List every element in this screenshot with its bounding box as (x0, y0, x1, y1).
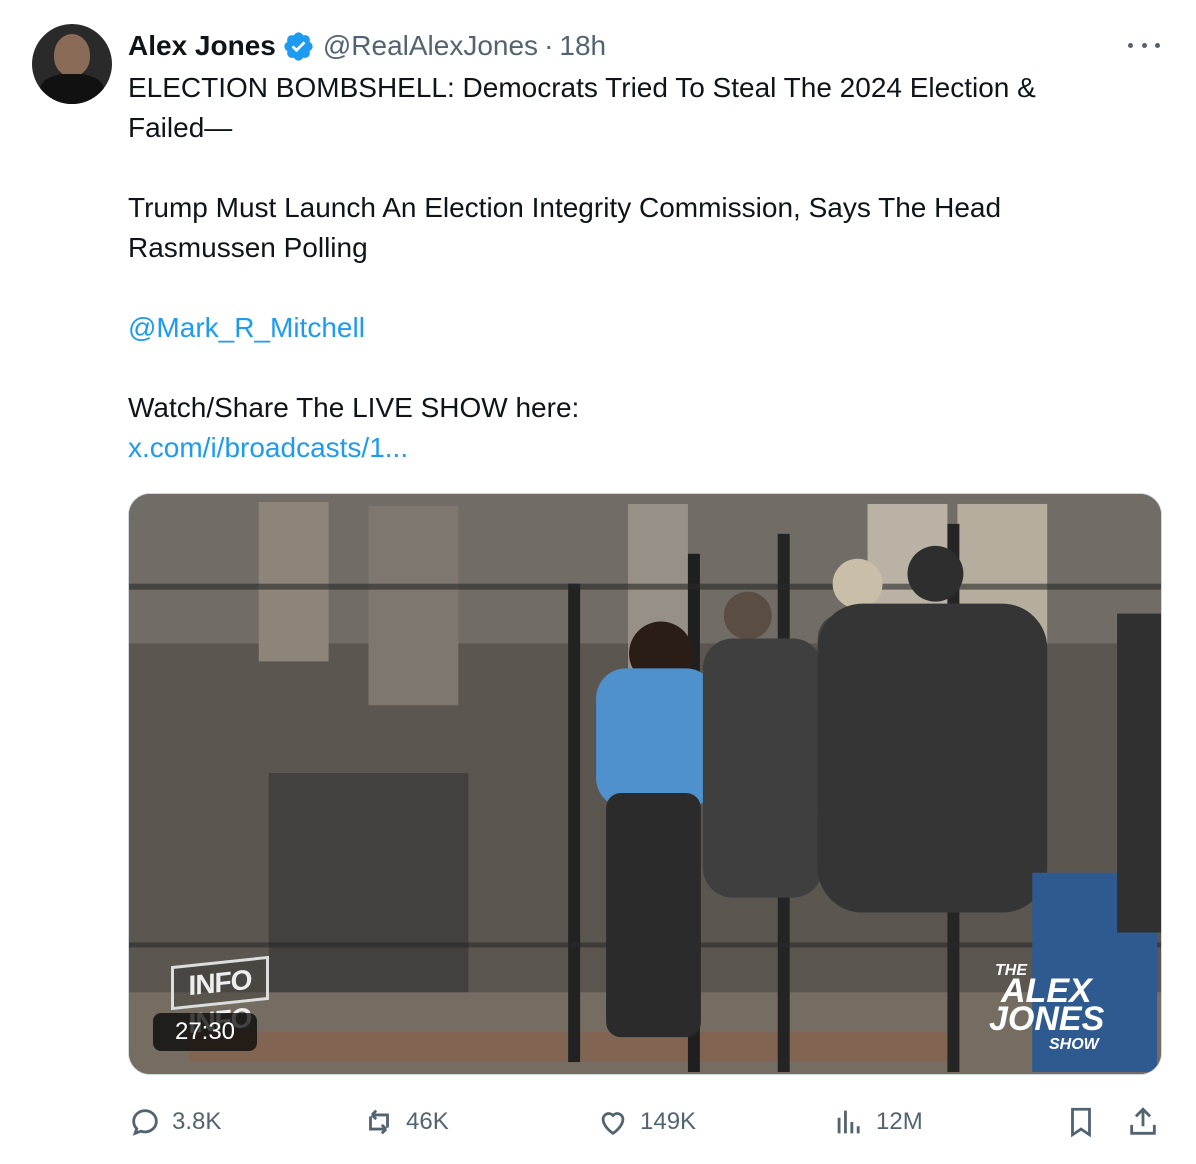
avatar-head (54, 34, 90, 76)
tweet-text-paragraph-2: Trump Must Launch An Election Integrity … (128, 188, 1128, 268)
more-icon[interactable] (1124, 30, 1164, 60)
like-icon (601, 1112, 625, 1136)
bookmark-button[interactable] (1064, 1100, 1108, 1144)
avatar[interactable] (32, 24, 112, 104)
avatar-body (40, 74, 104, 104)
tweet-text-paragraph-3: Watch/Share The LIVE SHOW here: x.com/i/… (128, 388, 1128, 468)
reply-button[interactable]: 3.8K (128, 1100, 221, 1144)
tweet-header: Alex Jones @RealAlexJones · 18h (128, 26, 606, 66)
broadcast-link[interactable]: x.com/i/broadcasts/1... (128, 428, 1128, 468)
bookmark-icon (1071, 1107, 1091, 1138)
tweet-text-paragraph-1: ELECTION BOMBSHELL: Democrats Tried To S… (128, 68, 1128, 148)
author-name[interactable]: Alex Jones (128, 30, 276, 62)
author-handle[interactable]: @RealAlexJones (323, 30, 538, 62)
timestamp[interactable]: 18h (559, 30, 606, 62)
views-count: 12M (876, 1108, 923, 1135)
video-duration: 27:30 (153, 1013, 257, 1051)
video-player[interactable]: INFO INFO THE ALEX JONES SHOW 27:30 (128, 493, 1162, 1075)
logo-show: SHOW (1049, 1036, 1099, 1053)
share-icon (1130, 1107, 1156, 1135)
logo-jones: JONES (989, 1000, 1105, 1038)
views-button[interactable]: 12M (832, 1100, 923, 1144)
separator-dot: · (544, 30, 554, 61)
share-button[interactable] (1126, 1100, 1170, 1144)
more-dot (1128, 42, 1133, 48)
reply-icon (132, 1109, 158, 1136)
more-dot (1141, 42, 1147, 48)
views-icon (837, 1110, 860, 1134)
tweet-actions: 3.8K 46K 149K 12M (0, 1100, 1196, 1144)
reply-count: 3.8K (172, 1108, 222, 1135)
alex-jones-show-logo: THE ALEX JONES SHOW (939, 956, 1139, 1056)
repost-button[interactable]: 46K (362, 1100, 449, 1144)
repost-count: 46K (406, 1108, 449, 1135)
tweet-text-line: Trump Must Launch An Election Integrity … (128, 192, 1002, 223)
more-dot (1155, 42, 1160, 48)
tweet-text-line: Rasmussen Polling (128, 232, 368, 263)
like-button[interactable]: 149K (596, 1100, 696, 1144)
like-count: 149K (640, 1108, 697, 1135)
repost-icon (369, 1109, 389, 1135)
verified-badge-icon[interactable] (282, 30, 315, 63)
tweet-text-line: Failed— (128, 112, 233, 143)
tweet-mention-paragraph: @Mark_R_Mitchell (128, 308, 1128, 348)
tweet-text-line: ELECTION BOMBSHELL: Democrats Tried To S… (128, 72, 1036, 103)
tweet-text-line: Watch/Share The LIVE SHOW here: (128, 392, 580, 423)
mention-link[interactable]: @Mark_R_Mitchell (128, 312, 365, 343)
